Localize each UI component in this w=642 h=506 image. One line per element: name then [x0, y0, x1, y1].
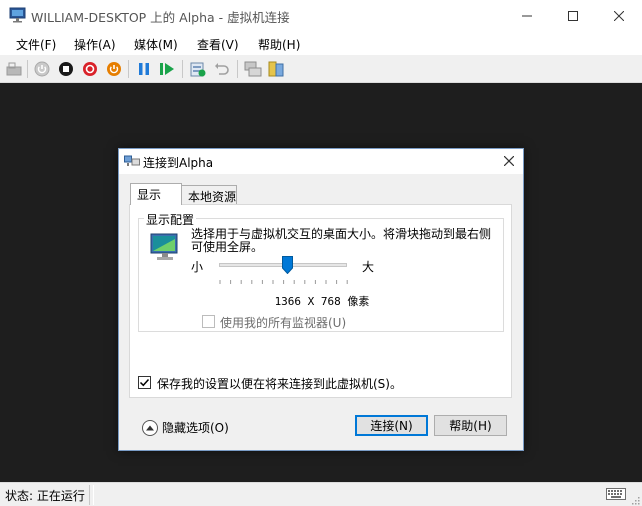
resume-button[interactable] — [158, 60, 176, 78]
slider-min-label: 小 — [191, 260, 204, 274]
hide-options-toggle[interactable] — [142, 420, 158, 436]
display-description: 选择用于与虚拟机交互的桌面大小。将滑块拖动到最右侧可使用全屏。 — [191, 227, 492, 254]
toolbar-separator — [128, 60, 129, 78]
pause-icon — [139, 63, 149, 75]
enhanced-session-button[interactable] — [244, 60, 262, 78]
chevron-up-icon — [146, 425, 154, 431]
keyboard-icon — [606, 488, 626, 500]
group-label: 显示配置 — [144, 211, 197, 228]
minimize-icon — [522, 15, 532, 16]
toolbar-separator — [27, 60, 28, 78]
dialog-title: 连接到Alpha — [143, 156, 214, 170]
ctrl-alt-del-button[interactable] — [5, 60, 23, 78]
shutdown-icon — [83, 62, 97, 76]
save-settings-label: 保存我的设置以便在将来连接到此虚拟机(S)。 — [157, 377, 402, 391]
close-icon — [504, 156, 514, 166]
tab-local-resources[interactable]: 本地资源 — [181, 185, 237, 205]
display-config-group: 显示配置 选择用于与虚拟机交互的桌面大小。将滑块拖动到最右侧可使用全屏。 小 大 — [138, 211, 504, 332]
enhanced-session-icon — [244, 61, 262, 77]
revert-button[interactable] — [213, 60, 231, 78]
menu-help[interactable]: 帮助(H) — [258, 36, 300, 53]
connect-dialog: 连接到Alpha 显示 本地资源 显示配置 选择用于与虚拟机交互的桌面大小。将滑… — [118, 148, 524, 451]
checkpoint-button[interactable] — [189, 60, 207, 78]
slider-ticks — [219, 274, 349, 284]
minimize-button[interactable] — [504, 0, 550, 31]
slider-thumb[interactable] — [282, 256, 293, 275]
hide-options-label[interactable]: 隐藏选项(O) — [162, 419, 229, 436]
menu-action[interactable]: 操作(A) — [74, 36, 116, 53]
start-icon — [34, 61, 50, 77]
checkmark-icon — [139, 378, 150, 387]
pause-button[interactable] — [135, 60, 153, 78]
play-icon — [160, 63, 174, 75]
stop-icon — [59, 62, 73, 76]
status-separator — [93, 485, 94, 505]
menu-view[interactable]: 查看(V) — [197, 36, 239, 53]
connect-button[interactable]: 连接(N) — [355, 415, 428, 436]
share-button[interactable] — [267, 60, 285, 78]
status-bar: 状态: 正在运行 — [0, 482, 642, 506]
resolution-readout: 1366 X 768 像素 — [274, 295, 370, 308]
help-button[interactable]: 帮助(H) — [434, 415, 507, 436]
vm-connection-icon — [9, 7, 26, 23]
all-monitors-label: 使用我的所有监视器(U) — [220, 316, 347, 330]
title-bar: WILLIAM-DESKTOP 上的 Alpha - 虚拟机连接 — [0, 0, 642, 31]
shut-down-button[interactable] — [81, 60, 99, 78]
dialog-close-button[interactable] — [501, 153, 517, 169]
tab-display[interactable]: 显示 — [130, 183, 182, 205]
tab-panel-display: 显示配置 选择用于与虚拟机交互的桌面大小。将滑块拖动到最右侧可使用全屏。 小 大 — [129, 204, 512, 398]
checkpoint-icon — [190, 62, 206, 77]
menu-media[interactable]: 媒体(M) — [134, 36, 178, 53]
undo-icon — [215, 63, 229, 75]
all-monitors-checkbox[interactable] — [202, 315, 215, 328]
save-state-button[interactable] — [105, 60, 123, 78]
keyboard-lock-icon — [6, 62, 22, 76]
toolbar-separator — [182, 60, 183, 78]
close-button[interactable] — [596, 0, 642, 31]
menu-bar: 文件(F) 操作(A) 媒体(M) 查看(V) 帮助(H) — [0, 31, 642, 55]
power-icon — [107, 62, 121, 76]
dialog-title-bar: 连接到Alpha — [119, 149, 523, 174]
slider-max-label: 大 — [362, 260, 375, 274]
resize-grip-icon[interactable] — [630, 494, 640, 505]
share-icon — [268, 61, 284, 77]
maximize-icon — [568, 10, 578, 21]
maximize-button[interactable] — [550, 0, 596, 31]
toolbar-separator — [237, 60, 238, 78]
menu-file[interactable]: 文件(F) — [16, 36, 56, 53]
close-icon — [614, 10, 624, 21]
status-separator — [89, 485, 90, 505]
toolbar — [0, 55, 642, 83]
status-text: 状态: 正在运行 — [5, 489, 85, 503]
vm-connect-icon — [124, 154, 140, 168]
start-button[interactable] — [33, 60, 51, 78]
save-settings-checkbox[interactable] — [138, 376, 151, 389]
monitor-icon — [149, 231, 181, 263]
window-title: WILLIAM-DESKTOP 上的 Alpha - 虚拟机连接 — [31, 10, 290, 25]
turn-off-button[interactable] — [57, 60, 75, 78]
